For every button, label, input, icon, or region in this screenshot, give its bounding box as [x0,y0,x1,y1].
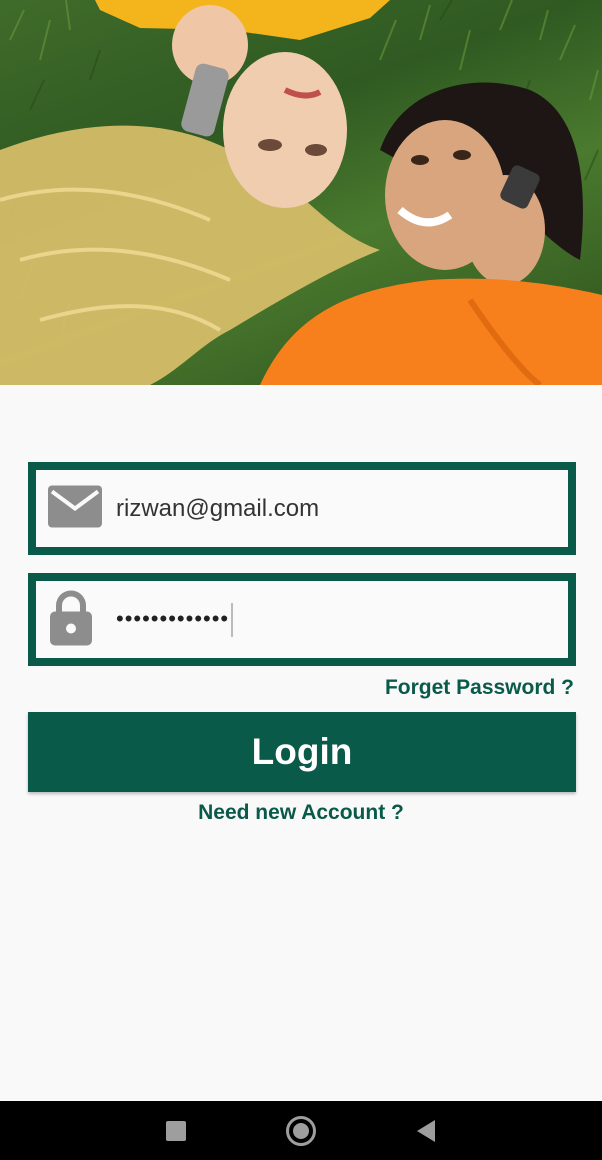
couple-on-grass-photo [0,0,602,385]
password-field[interactable]: ••••••••••••• [28,573,576,666]
lock-icon [48,589,94,650]
forgot-password-link[interactable]: Forget Password ? [385,676,574,700]
email-input-value: rizwan@gmail.com [116,494,320,522]
login-button[interactable]: Login [28,712,576,792]
email-field[interactable]: rizwan@gmail.com [28,462,576,555]
envelope-icon [48,485,102,532]
hero-image [0,0,602,385]
new-account-row: Need new Account ? [0,801,602,825]
need-new-account-link[interactable]: Need new Account ? [198,801,404,824]
system-navigation-bar [0,1101,602,1160]
triangle-back-icon[interactable] [417,1119,435,1142]
square-icon[interactable] [166,1120,186,1141]
password-input-value: ••••••••••••• [116,602,234,637]
text-cursor [231,602,234,637]
circle-icon[interactable] [286,1115,316,1146]
